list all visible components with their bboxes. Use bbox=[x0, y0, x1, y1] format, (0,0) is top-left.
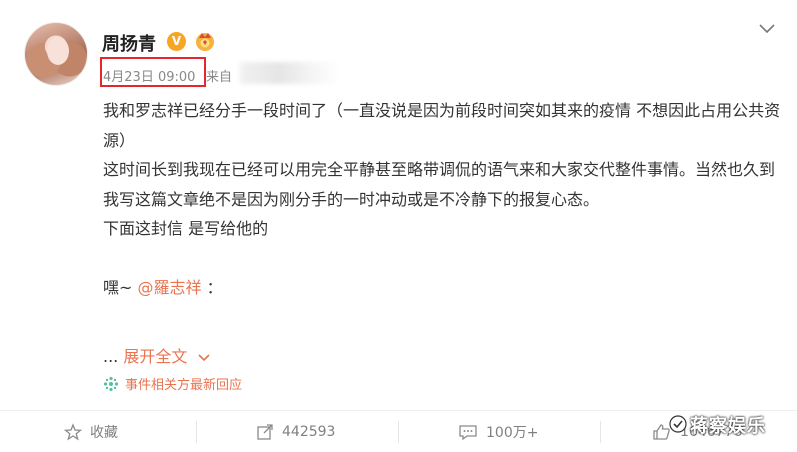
watermark-logo-icon bbox=[669, 415, 687, 433]
medal-icon[interactable] bbox=[193, 30, 217, 52]
comment-icon bbox=[459, 424, 477, 440]
post-paragraph: 下面这封信 是写给他的 bbox=[103, 219, 269, 238]
post-greeting-line: 嘿~ @羅志祥 ： bbox=[103, 273, 783, 303]
event-link[interactable]: 事件相关方最新回应 bbox=[103, 374, 242, 393]
verified-badge-icon: V bbox=[167, 32, 186, 51]
greeting-text: 嘿~ bbox=[103, 278, 138, 297]
user-name[interactable]: 周扬青 bbox=[102, 30, 156, 56]
action-separator bbox=[398, 421, 399, 443]
sparkle-icon bbox=[103, 376, 119, 392]
mention-link[interactable]: @羅志祥 bbox=[138, 278, 202, 297]
share-icon bbox=[257, 423, 273, 440]
repost-count: 442593 bbox=[282, 423, 336, 440]
action-separator bbox=[600, 421, 601, 443]
post-time[interactable]: 4月23日 09:00 bbox=[103, 66, 195, 85]
chevron-down-icon[interactable] bbox=[197, 353, 211, 363]
chevron-down-icon[interactable] bbox=[758, 22, 776, 34]
post-paragraph: 这时间长到我现在已经可以用完全平静甚至略带调侃的语气来和大家交代整件事情。当然也… bbox=[103, 160, 776, 209]
expand-link[interactable]: 展开全文 bbox=[123, 347, 187, 366]
star-icon bbox=[64, 422, 82, 440]
event-link-label[interactable]: 事件相关方最新回应 bbox=[125, 378, 242, 393]
post-body: 我和罗志祥已经分手一段时间了（一直没说是因为前段时间突如其来的疫情 不想因此占用… bbox=[103, 96, 783, 303]
expand-ellipsis: ... bbox=[103, 347, 124, 366]
comment-button[interactable]: 100万+ bbox=[458, 411, 538, 452]
comment-count: 100万+ bbox=[486, 424, 539, 441]
avatar-face bbox=[47, 37, 69, 65]
repost-button[interactable]: 442593 bbox=[256, 411, 335, 452]
greeting-suffix: ： bbox=[201, 278, 223, 297]
watermark-text: 蒋察娱乐 bbox=[690, 416, 766, 437]
favorite-button[interactable]: 收藏 bbox=[64, 411, 118, 452]
avatar[interactable] bbox=[24, 22, 88, 86]
favorite-label: 收藏 bbox=[90, 424, 118, 441]
post-source-prefix: 来自 bbox=[206, 70, 233, 85]
blurred-source bbox=[240, 62, 340, 84]
post-paragraph: 我和罗志祥已经分手一段时间了（一直没说是因为前段时间突如其来的疫情 不想因此占用… bbox=[103, 101, 781, 150]
expand-full-text[interactable]: ... 展开全文 bbox=[103, 343, 211, 367]
action-separator bbox=[196, 421, 197, 443]
